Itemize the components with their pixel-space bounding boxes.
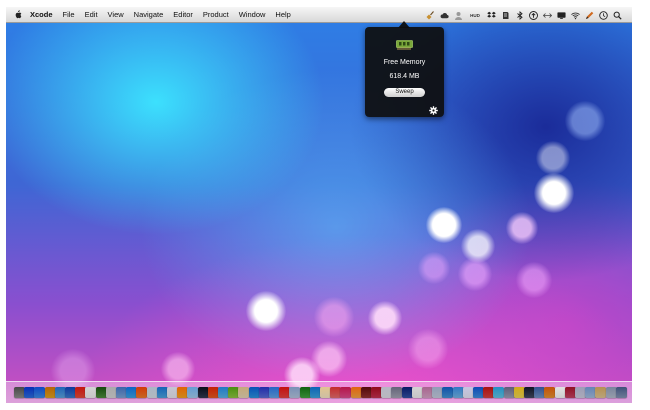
dock-app-icon[interactable] [452,387,464,398]
memory-chip-icon [396,38,413,56]
dock-app-icon[interactable] [299,387,311,398]
clock-icon[interactable] [599,10,608,20]
evernote-icon[interactable] [501,11,510,20]
bokeh-light [418,252,450,284]
menu-editor[interactable]: Editor [173,10,193,19]
dock-app-icon[interactable] [146,387,158,398]
hud-label: HUD [470,12,480,18]
bluetooth-icon[interactable] [515,10,524,20]
apple-icon[interactable] [14,10,22,19]
bokeh-light [426,207,462,243]
bokeh-light [458,257,492,291]
bokeh-light [246,291,286,331]
menu-bar: Xcode File Edit View Navigate Editor Pro… [6,7,632,23]
dock-app-icon[interactable] [289,387,301,398]
dock-app-icon[interactable] [187,387,199,398]
dock-app-icon[interactable] [136,387,148,398]
menu-window[interactable]: Window [239,10,266,19]
dock-app-icon[interactable] [95,387,107,398]
menu-product[interactable]: Product [203,10,229,19]
menu-help[interactable]: Help [275,10,290,19]
bokeh-light [314,297,354,337]
status-menu-icons: HUD [421,7,622,23]
bokeh-light [534,173,574,213]
gear-icon[interactable] [429,102,438,120]
upload-icon[interactable] [529,10,538,20]
dock-app-icon[interactable] [503,387,515,398]
dock-app-icon[interactable] [248,387,260,398]
dock-app-icon[interactable] [493,387,505,398]
screen-icon[interactable] [557,11,566,20]
popover-title: Free Memory [383,59,426,66]
dock-app-icon[interactable] [401,387,413,398]
cloud-icon[interactable] [440,11,449,20]
menu-app-name[interactable]: Xcode [30,10,53,19]
dock-app-icon[interactable] [442,387,454,398]
user-icon[interactable] [454,11,463,20]
dock-app-icon[interactable] [238,387,250,398]
pencil-icon[interactable] [585,11,594,20]
sweep-button[interactable]: Sweep [384,88,425,97]
dock-app-icon[interactable] [605,387,617,398]
bokeh-light [565,101,605,141]
dock-app-icon[interactable] [544,387,556,398]
menu-view[interactable]: View [108,10,124,19]
dock-app-icon[interactable] [350,387,362,398]
free-memory-value: 618.4 MB [389,73,420,80]
dock-app-icon[interactable] [595,387,607,398]
spotlight-icon[interactable] [613,11,622,20]
dock-app-icon[interactable] [554,387,566,398]
dock-app-icon[interactable] [391,387,403,398]
bokeh-light [408,329,448,369]
dock-app-icon[interactable] [44,387,56,398]
bokeh-light [506,212,538,244]
bokeh-light [516,262,552,298]
hud-icon[interactable]: HUD [468,11,482,20]
free-memory-popover: Free Memory 618.4 MB Sweep [365,27,444,117]
arrows-icon[interactable] [543,11,552,20]
wifi-icon[interactable] [571,11,580,20]
dock-app-icon[interactable] [34,387,46,398]
dock-app-icon[interactable] [340,387,352,398]
dock-app-icon[interactable] [197,387,209,398]
bokeh-light [368,301,402,335]
menu-edit[interactable]: Edit [85,10,98,19]
bokeh-light [536,141,570,175]
broom-icon[interactable] [426,10,435,20]
menu-file[interactable]: File [63,10,75,19]
dock-app-icon[interactable] [85,387,97,398]
menu-navigate[interactable]: Navigate [134,10,164,19]
desktop-screen: Xcode File Edit View Navigate Editor Pro… [6,7,632,403]
dock [6,381,632,403]
dock-app-icon[interactable] [615,387,627,398]
dropbox-icon[interactable] [487,11,496,20]
